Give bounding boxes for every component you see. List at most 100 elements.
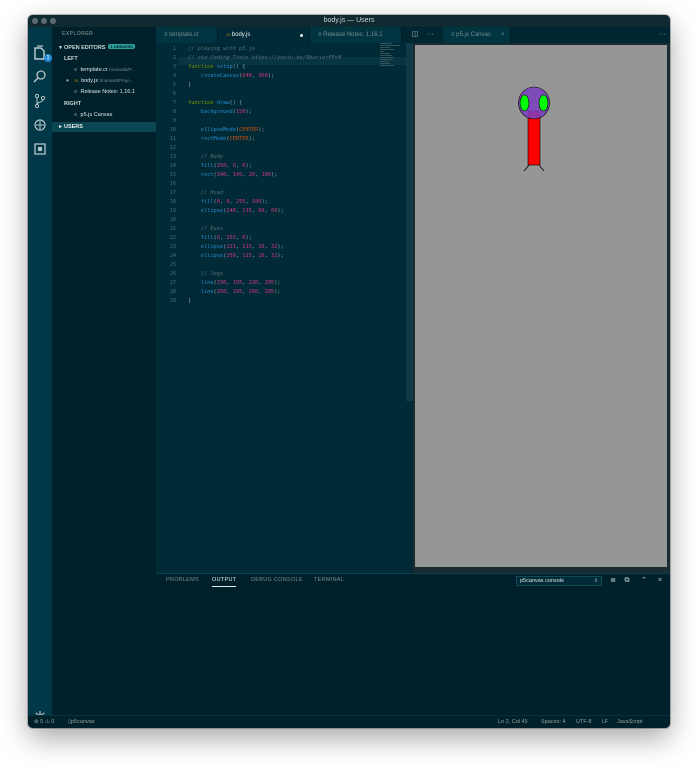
activity-bar: 1 [28, 27, 52, 723]
open-editor-body-js[interactable]: ● JS body.js brianwatt/Proje... [52, 76, 156, 86]
code-line: function setup() { [188, 64, 246, 70]
line-number: 5 [172, 82, 176, 88]
minimize-window-button[interactable] [41, 18, 47, 24]
minimap[interactable] [380, 43, 402, 73]
tab-problems[interactable]: PROBLEMS [166, 577, 199, 583]
editor-scrollbar[interactable] [406, 43, 413, 401]
open-editors-header[interactable]: ▾ OPEN EDITORS 1 UNSAVED [52, 43, 156, 53]
code-line: fill(250, 0, 0); [200, 163, 252, 169]
window-title: body.js — Users [323, 17, 375, 24]
select-caret-icon: ⇕ [593, 578, 598, 584]
file-icon: ≡ [73, 89, 78, 95]
line-number: 29 [169, 298, 176, 304]
source-control-icon[interactable] [32, 93, 48, 109]
tab-body-js[interactable]: JS body.js [218, 27, 310, 43]
line-number: 25 [169, 262, 176, 268]
status-bar: ⊗ 0 ⚠ 0 ▯p5canvas Ln 2, Col 45 Spaces: 4… [28, 715, 670, 728]
close-tab-icon[interactable]: × [501, 27, 505, 43]
debug-icon[interactable] [32, 117, 48, 133]
problems-status[interactable]: ⊗ 0 ⚠ 0 [34, 716, 54, 728]
line-number: 9 [172, 118, 176, 124]
tab-template-cr[interactable]: ≡ template.cr [156, 27, 218, 43]
line-number: 23 [169, 244, 176, 250]
p5-canvas[interactable] [415, 45, 667, 567]
code-line: ellipse(240, 115, 60, 60); [200, 208, 284, 214]
sketch-right-eye [538, 94, 549, 112]
cursor-position[interactable]: Ln 2, Col 45 [498, 716, 528, 728]
line-number: 12 [169, 145, 176, 151]
explorer-badge: 1 [44, 54, 52, 62]
close-panel-icon[interactable]: × [655, 576, 665, 586]
clear-output-icon[interactable]: ≣ [608, 576, 618, 586]
line-number: 22 [169, 235, 176, 241]
code-line: function draw() { [188, 100, 243, 106]
line-number: 10 [169, 127, 176, 133]
tab-terminal[interactable]: TERMINAL [314, 577, 344, 583]
code-line: ellipse(221, 115, 16, 32); [200, 244, 284, 250]
editor-tab-bar: ≡ template.cr JS body.js ≡ Release Notes… [156, 27, 670, 43]
explorer-title: EXPLORER [62, 31, 94, 37]
code-line: ellipse(259, 115, 16, 32); [200, 253, 284, 259]
line-number: 8 [172, 109, 176, 115]
maximize-panel-icon[interactable]: ⌃ [639, 576, 649, 586]
code-line: // legs [200, 271, 224, 277]
tab-p5-canvas[interactable]: ≡ p5.js Canvas × [443, 27, 511, 43]
tab-debug-console[interactable]: DEBUG CONSOLE [251, 577, 303, 583]
output-channel-select[interactable]: p5canvas console ⇕ [516, 576, 602, 586]
line-number: 20 [169, 217, 176, 223]
files-icon[interactable]: 1 [32, 45, 52, 62]
open-in-editor-icon[interactable]: ⧉ [622, 576, 632, 586]
vscode-window: body.js — Users 1 EXPLORER ▾ OPEN EDITORS… [28, 15, 670, 728]
more-actions-icon[interactable]: ··· [424, 29, 436, 41]
sketch-left-eye [519, 94, 530, 112]
users-folder[interactable]: ▸ USERS [52, 122, 156, 132]
code-line: ellipseMode(CENTER); [200, 127, 265, 133]
zoom-window-button[interactable] [50, 18, 56, 24]
split-editor-icon[interactable]: ◫ [409, 29, 421, 41]
search-icon[interactable] [32, 69, 48, 85]
code-line: rect(240, 145, 20, 100); [200, 172, 278, 178]
line-number: 14 [169, 163, 176, 169]
dirty-dot-icon: ● [65, 78, 70, 84]
open-editor-template-cr[interactable]: ≡ template.cr brianwatt/P... [52, 65, 156, 75]
code-line: // Eyes [200, 226, 224, 232]
project-status[interactable]: ▯p5canvas [68, 716, 95, 728]
sketch-right-leg [538, 164, 545, 172]
canvas-more-actions-icon[interactable]: ··· [656, 29, 668, 41]
sketch-drawing [518, 86, 550, 172]
code-line: createCanvas(640, 360); [200, 73, 275, 79]
code-line: // Body [200, 154, 224, 160]
title-bar: body.js — Users [28, 15, 670, 27]
dirty-dot-icon[interactable] [300, 34, 303, 37]
language-mode[interactable]: JavaScript [617, 716, 643, 728]
unsaved-badge: 1 UNSAVED [108, 44, 136, 49]
open-editor-p5-canvas[interactable]: ≡ p5.js Canvas [52, 110, 156, 120]
encoding-status[interactable]: UTF-8 [576, 716, 592, 728]
line-number: 18 [169, 199, 176, 205]
indentation-status[interactable]: Spaces: 4 [541, 716, 565, 728]
chevron-down-icon: ▾ [59, 45, 62, 51]
code-line: // via Coding Train https://youtu.be/9bu… [188, 55, 342, 61]
code-editor[interactable]: 1 2 3 4 5 6 7 8 9 10 11 12 13 14 15 16 17 18 19 20 21 22 23 24 2… [156, 43, 406, 573]
chevron-right-icon: ▸ [59, 124, 62, 130]
line-number: 17 [169, 190, 176, 196]
code-line: // playing with p5.js [188, 46, 255, 52]
eol-status[interactable]: LF [602, 716, 608, 728]
extensions-icon[interactable] [32, 141, 48, 157]
bottom-panel: PROBLEMS OUTPUT DEBUG CONSOLE TERMINAL p… [156, 573, 670, 715]
line-number: 7 [172, 100, 176, 106]
code-line: } [188, 298, 192, 304]
code-line: } [188, 82, 192, 88]
line-number: 28 [169, 289, 176, 295]
code-line: fill(0, 0, 255, 100); [200, 199, 268, 205]
explorer-sidebar: EXPLORER ▾ OPEN EDITORS 1 UNSAVED LEFT ≡ t… [52, 27, 156, 715]
line-number: 19 [169, 208, 176, 214]
tab-output[interactable]: OUTPUT [212, 577, 237, 587]
p5-canvas-pane [413, 43, 670, 573]
close-window-button[interactable] [32, 18, 38, 24]
open-editor-release-notes[interactable]: ≡ Release Notes: 1.16.1 [52, 87, 156, 97]
editor-group-left: LEFT [64, 56, 78, 62]
tab-release-notes[interactable]: ≡ Release Notes: 1.16.1 [310, 27, 402, 43]
code-line: background(150); [200, 109, 252, 115]
editor-group-right: RIGHT [64, 101, 82, 107]
